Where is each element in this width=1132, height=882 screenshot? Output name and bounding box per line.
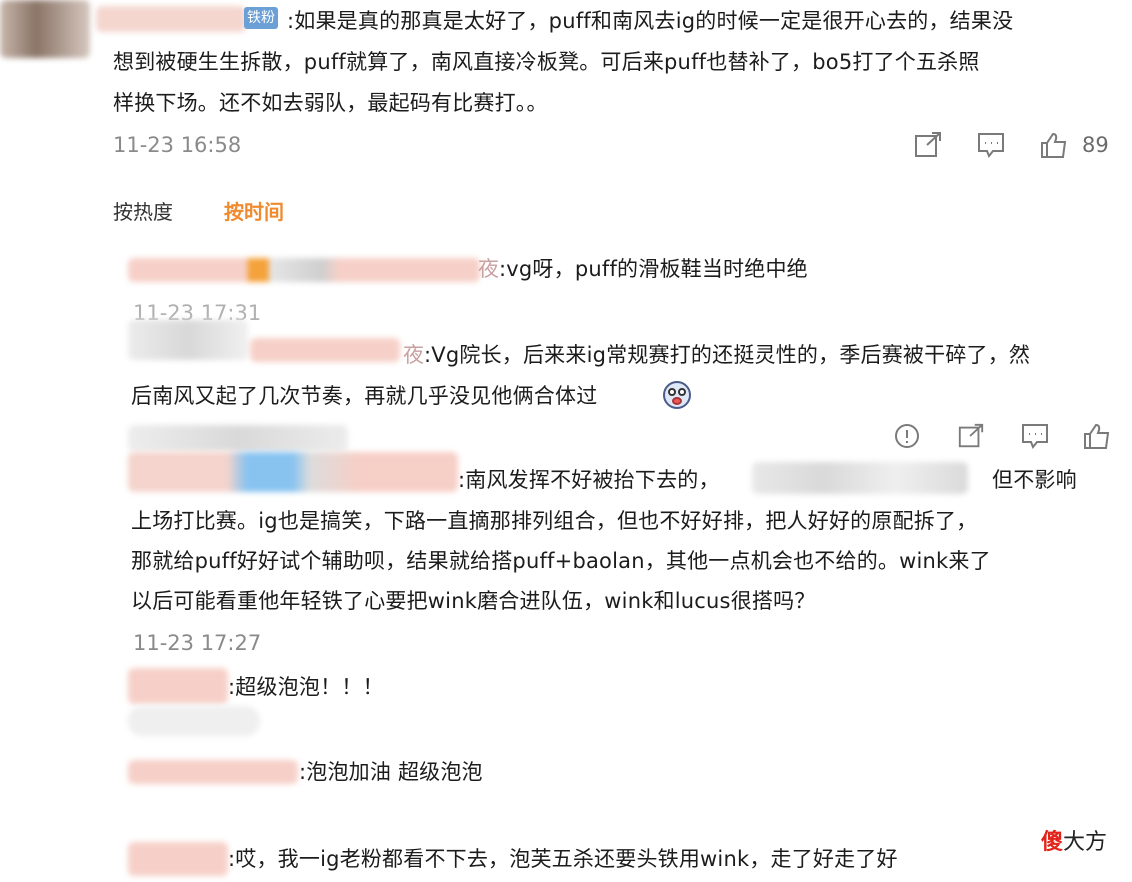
username-redacted[interactable] xyxy=(128,842,228,876)
share-icon[interactable] xyxy=(910,128,946,162)
reply-text-line: 后南风又起了几次节奏，再就几乎没见他俩合体过 xyxy=(131,384,598,408)
avatar[interactable] xyxy=(128,320,248,360)
username-redacted[interactable] xyxy=(128,760,298,784)
comment-text-line: 样换下场。还不如去弱队，最起码有比赛打。。 xyxy=(113,91,548,115)
comment-timestamp: 11-23 16:58 xyxy=(113,133,242,157)
share-icon[interactable] xyxy=(954,420,988,452)
like-count: 89 xyxy=(1082,133,1109,157)
like-icon[interactable] xyxy=(1036,128,1072,162)
like-icon[interactable] xyxy=(1080,420,1114,452)
sort-by-time-tab[interactable]: 按时间 xyxy=(224,197,284,227)
reply-text-line: :南风发挥不好被抬下去的， xyxy=(458,468,720,492)
comment-icon[interactable] xyxy=(973,128,1009,162)
reply-text-line: 以后可能看重他年轻铁了心要把wink磨合进队伍，wink和lucus很搭吗？ xyxy=(131,589,816,613)
username-redacted[interactable] xyxy=(96,6,246,32)
reply-text-line-tail: 但不影响 xyxy=(992,468,1077,492)
comment-text-line: 想到被硬生生拆散，puff就算了，南风直接冷板凳。可后来puff也替补了，bo5… xyxy=(113,50,980,74)
reply-timestamp: 11-23 17:27 xyxy=(133,631,262,655)
sort-by-hot-tab[interactable]: 按热度 xyxy=(113,197,173,227)
username-redacted[interactable] xyxy=(128,258,480,282)
reply-name-tail: 夜 xyxy=(478,257,500,281)
reply-text: :vg呀，puff的滑板鞋当时绝中绝 xyxy=(499,257,808,281)
avatar[interactable] xyxy=(0,0,90,58)
reply-text: :超级泡泡！！！ xyxy=(228,675,384,699)
watermark-text: 大方 xyxy=(1063,830,1108,855)
fan-badge: 铁粉 xyxy=(244,7,278,29)
reply-text-line: 上场打比赛。ig也是搞笑，下路一直摘那排列组合，但也不好好排，把人好好的原配拆了… xyxy=(131,509,978,533)
comment-text-line: :如果是真的那真是太好了，puff和南风去ig的时候一定是很开心去的，结果没 xyxy=(287,9,1014,33)
avatar[interactable] xyxy=(128,425,348,451)
username-redacted[interactable] xyxy=(128,452,458,492)
redacted-text xyxy=(752,462,968,494)
reply-text-line: :Vg院长，后来来ig常规赛打的还挺灵性的，季后赛被干碎了，然 xyxy=(424,343,1031,367)
comment-icon[interactable] xyxy=(1018,420,1052,452)
username-redacted[interactable] xyxy=(250,338,400,362)
reply-text: :哎，我一ig老粉都看不下去，泡芙五杀还要头铁用wink，走了好走了好 xyxy=(228,847,898,871)
reply-text-line: 那就给puff好好试个辅助呗，结果就给搭puff+baolan，其他一点机会也不… xyxy=(131,549,991,573)
reply-name-tail: 夜 xyxy=(403,343,425,367)
info-icon[interactable] xyxy=(890,420,924,452)
watermark-red-char: 傻 xyxy=(1041,830,1064,855)
redacted-text xyxy=(128,706,260,736)
reply-text: :泡泡加油 超级泡泡 xyxy=(299,760,483,784)
username-redacted[interactable] xyxy=(128,668,228,704)
watermark: 傻大方 xyxy=(1041,828,1107,858)
sticker-icon xyxy=(660,378,694,412)
